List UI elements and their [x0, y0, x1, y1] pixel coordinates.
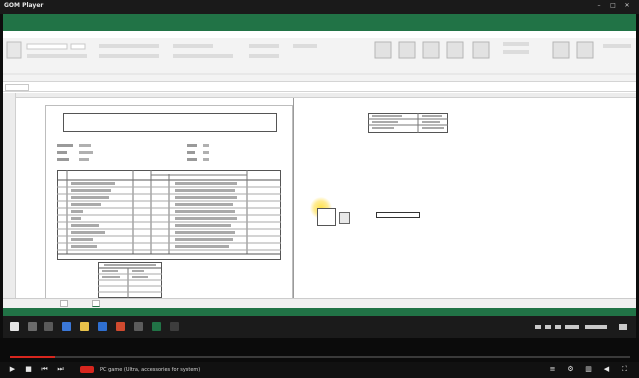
caption-text: PC game (Ultra, accessories for system)	[100, 367, 201, 373]
ribbon	[3, 38, 636, 82]
lookup-table	[368, 113, 448, 133]
now-playing-caption: PC game (Ultra, accessories for system)	[100, 367, 200, 373]
next-icon[interactable]: ⏭	[56, 365, 65, 374]
maximize-button[interactable]: □	[608, 2, 618, 10]
search-icon[interactable]	[28, 322, 37, 331]
system-tray	[535, 324, 627, 330]
name-box[interactable]	[5, 84, 29, 91]
sheet-tab-2[interactable]	[92, 300, 100, 307]
minimize-button[interactable]: –	[594, 2, 604, 10]
app-icon[interactable]	[116, 322, 125, 331]
equalizer-icon[interactable]: ▥	[584, 365, 593, 374]
selected-cell[interactable]	[376, 212, 420, 218]
media-icon[interactable]	[134, 322, 143, 331]
stop-icon[interactable]: ■	[24, 365, 33, 374]
excel-status-bar	[3, 308, 636, 316]
player-icon[interactable]	[170, 322, 179, 331]
player-controls	[0, 362, 639, 378]
dropdown-arrow-button[interactable]	[339, 212, 350, 224]
play-icon[interactable]: ▶	[8, 365, 17, 374]
volume-icon[interactable]: ◀	[602, 365, 611, 374]
settings-icon[interactable]: ⚙	[566, 365, 575, 374]
task-view-icon[interactable]	[44, 322, 53, 331]
excel-icon[interactable]	[152, 322, 161, 331]
formula-bar[interactable]	[3, 83, 636, 92]
store-icon[interactable]	[98, 322, 107, 331]
grades-table	[57, 170, 281, 260]
sheet-tab-1[interactable]	[60, 300, 68, 307]
start-icon[interactable]	[10, 322, 19, 331]
report-title-box	[63, 113, 277, 132]
column-headers	[16, 93, 636, 98]
excel-title-bar	[3, 14, 636, 31]
player-control-area	[0, 338, 639, 362]
ribbon-icons	[3, 41, 636, 75]
close-button[interactable]: ✕	[622, 2, 632, 10]
playlist-icon[interactable]: ≡	[548, 365, 557, 374]
grade-legend-table	[98, 262, 162, 298]
fullscreen-icon[interactable]: ⛶	[620, 365, 629, 374]
live-badge	[80, 366, 94, 373]
browser-icon[interactable]	[62, 322, 71, 331]
seek-progress	[10, 356, 55, 358]
row-headers	[3, 93, 16, 298]
previous-icon[interactable]: ⏮	[40, 365, 49, 374]
student-info-block	[57, 144, 209, 161]
folder-icon[interactable]	[80, 322, 89, 331]
player-title-bar	[0, 0, 639, 14]
data-validation-dropdown[interactable]	[317, 208, 336, 226]
seek-bar[interactable]	[10, 356, 630, 358]
app-title: GOM Player	[4, 2, 44, 9]
page-break-line	[293, 98, 294, 298]
